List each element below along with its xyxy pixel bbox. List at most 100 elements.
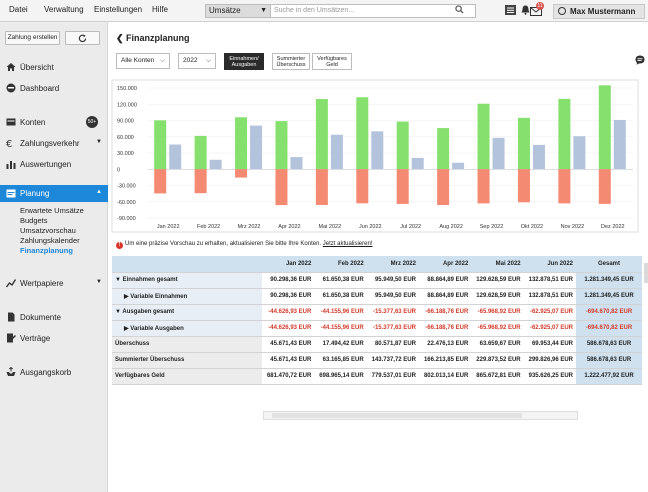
table-cell: 69.953,44 EUR — [523, 336, 576, 353]
surplus-bar — [613, 119, 626, 170]
income-bar — [598, 85, 611, 170]
income-bar — [154, 120, 167, 170]
table-row[interactable]: ▶ Variable Einnahmen 90.298,36 EUR 61.650,… — [112, 288, 642, 305]
column-header: Jan 2022 — [262, 256, 315, 273]
row-label[interactable]: ▼ Einnahmen gesamt — [112, 272, 262, 289]
sidebar-item-ausgangskorb[interactable]: Ausgangskorb — [0, 367, 108, 381]
table-cell: 1.281.349,45 EUR — [576, 272, 642, 289]
menu-datei[interactable]: Datei — [9, 5, 28, 14]
table-cell: -65.968,92 EUR — [471, 304, 524, 321]
table-cell: 1.222.477,92 EUR — [576, 368, 642, 385]
sidebar-item-uebersicht[interactable]: Übersicht — [0, 62, 108, 76]
sub-item-umsatzvorschau[interactable]: Umsatzvorschau — [20, 226, 76, 235]
sidebar-item-wertpapiere[interactable]: Wertpapiere ▼ — [0, 278, 108, 292]
sidebar-item-label: Auswertungen — [20, 160, 72, 169]
table-cell: 129.628,59 EUR — [471, 272, 524, 289]
outbox-icon — [6, 367, 16, 376]
sidebar-item-vertraege[interactable]: Verträge — [0, 333, 108, 347]
table-cell: 63.659,67 EUR — [471, 336, 524, 353]
table-cell: 586.678,63 EUR — [576, 352, 642, 369]
bell-icon[interactable] — [521, 5, 530, 15]
table-row[interactable]: Überschuss 45.671,43 EUR 17.494,42 EUR 80.5… — [112, 336, 642, 353]
refresh-button[interactable] — [65, 31, 100, 45]
surplus-bar — [532, 144, 545, 170]
income-bar — [356, 97, 369, 170]
toggle-income-expenses[interactable]: Einnahmen/Ausgaben — [224, 53, 264, 70]
table-cell: -44.155,96 EUR — [314, 320, 367, 337]
create-payment-button[interactable]: Zahlung erstellen — [5, 31, 60, 45]
caret-down-icon: ▼ — [260, 7, 267, 14]
column-header: Feb 2022 — [314, 256, 367, 273]
row-label[interactable]: ▼ Ausgaben gesamt — [112, 304, 262, 321]
sidebar-item-planung[interactable]: Planung ▲ — [0, 185, 108, 202]
income-bar — [517, 117, 530, 170]
sidebar-item-zahlungsverkehr[interactable]: € Zahlungsverkehr ▼ — [0, 138, 108, 152]
sub-item-budgets[interactable]: Budgets — [20, 216, 48, 225]
toggle-cumulative-surplus[interactable]: Summierter Überschuss — [272, 53, 310, 70]
menu-einstellungen[interactable]: Einstellungen — [94, 5, 142, 14]
chevron-down-icon: ⌵ — [206, 57, 211, 64]
x-tick-label: Mai 2022 — [319, 224, 342, 230]
sidebar-item-konten[interactable]: Konten 50+ — [0, 116, 108, 131]
sidebar-item-label: Übersicht — [20, 63, 54, 72]
table-row[interactable]: Summierter Überschuss 45.671,43 EUR 63.165… — [112, 352, 642, 369]
securities-icon — [6, 279, 16, 288]
sidebar-item-dashboard[interactable]: Dashboard — [0, 83, 108, 97]
list-icon[interactable] — [505, 5, 516, 15]
dashboard-icon — [6, 83, 16, 93]
power-icon — [558, 7, 566, 15]
user-menu[interactable]: Max Mustermann — [553, 4, 645, 19]
finance-chart: 150.000 120.000 90.000 60.000 30.000 0 -30.000… — [111, 79, 639, 233]
menu-verwaltung[interactable]: Verwaltung — [44, 5, 84, 14]
table-cell: 63.165,85 EUR — [314, 352, 367, 369]
income-bar — [437, 128, 450, 170]
year-select[interactable]: 2022 ⌵ — [178, 53, 216, 69]
accounts-icon — [6, 118, 16, 126]
income-bar — [315, 99, 328, 170]
sidebar-item-auswertungen[interactable]: Auswertungen — [0, 159, 108, 173]
accounts-count-badge: 50+ — [86, 116, 98, 128]
table-row[interactable]: ▼ Ausgaben gesamt -44.626,93 EUR -44.155,9… — [112, 304, 642, 321]
surplus-bar — [290, 157, 303, 170]
toggle-available-money[interactable]: Verfügbares Geld — [312, 53, 352, 70]
vertical-scrollbar[interactable] — [644, 263, 648, 283]
sidebar-item-label: Zahlungsverkehr — [20, 139, 80, 148]
menu-hilfe[interactable]: Hilfe — [152, 5, 168, 14]
table-cell: 1.281.349,45 EUR — [576, 288, 642, 305]
account-select[interactable]: Alle Konten ⌵ — [116, 53, 170, 69]
row-label[interactable]: ▶ Variable Einnahmen — [112, 288, 262, 305]
expense-bar — [275, 169, 288, 206]
sub-item-finanzplanung[interactable]: Finanzplanung — [20, 246, 73, 255]
sidebar-item-dokumente[interactable]: Dokumente — [0, 312, 108, 326]
search-icon[interactable] — [455, 5, 464, 14]
back-chevron-icon[interactable]: ❮ — [116, 33, 126, 43]
x-tick-label: Jul 2022 — [400, 224, 421, 230]
search-input[interactable]: Suche in den Umsätzen... — [271, 4, 476, 18]
chevron-down-icon: ⌵ — [160, 57, 165, 64]
search-category-select[interactable]: Umsätze ▼ — [205, 4, 271, 18]
table-row[interactable]: Verfügbares Geld 681.470,72 EUR 698.965,14… — [112, 368, 642, 385]
x-tick-label: Nov 2022 — [561, 224, 585, 230]
expense-bar — [598, 169, 611, 204]
update-now-link[interactable]: Jetzt aktualisieren! — [323, 241, 373, 247]
table-row[interactable]: ▼ Einnahmen gesamt 90.298,36 EUR 61.650,38… — [112, 272, 642, 289]
row-label[interactable]: ▶ Variable Ausgaben — [112, 320, 262, 337]
sub-item-zahlungskalender[interactable]: Zahlungskalender — [20, 236, 80, 245]
table-cell: 229.873,52 EUR — [471, 352, 524, 369]
sub-item-erwartete-umsaetze[interactable]: Erwartete Umsätze — [20, 206, 84, 215]
table-cell: 45.671,43 EUR — [262, 352, 315, 369]
top-menu-bar: Datei Verwaltung Einstellungen Hilfe Ums… — [0, 0, 648, 22]
horizontal-scrollbar[interactable] — [263, 411, 578, 420]
table-row[interactable]: ▶ Variable Ausgaben -44.626,93 EUR -44.155… — [112, 320, 642, 337]
table-cell: 17.494,42 EUR — [314, 336, 367, 353]
bar-chart-icon — [6, 161, 16, 169]
expense-bar — [235, 169, 248, 178]
main-content: ❮ Finanzplanung Alle Konten ⌵ 2022 ⌵ Einna… — [108, 22, 648, 492]
table-cell: -66.188,76 EUR — [418, 320, 472, 337]
row-label: Summierter Überschuss — [112, 352, 262, 369]
table-cell: 61.650,38 EUR — [314, 288, 367, 305]
sidebar-item-label: Verträge — [20, 334, 51, 343]
chat-icon[interactable] — [635, 55, 645, 65]
income-bar — [235, 117, 248, 170]
scroll-thumb[interactable] — [272, 413, 522, 418]
